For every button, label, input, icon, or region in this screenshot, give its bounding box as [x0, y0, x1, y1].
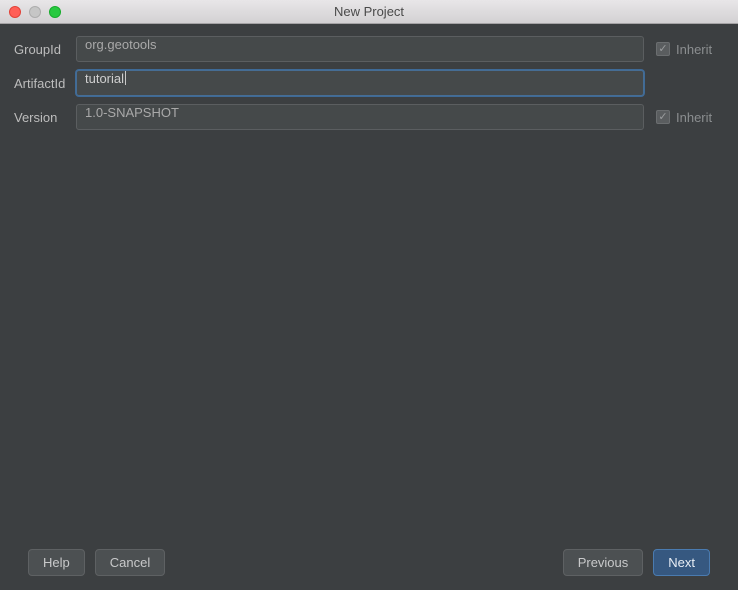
version-value: 1.0-SNAPSHOT	[85, 105, 179, 120]
checkbox-icon: ✓	[656, 42, 670, 56]
inherit-label: Inherit	[676, 42, 712, 57]
previous-button[interactable]: Previous	[563, 549, 644, 576]
artifactid-value: tutorial	[85, 71, 124, 86]
content-area: GroupId org.geotools ✓ Inherit ArtifactI…	[0, 24, 738, 590]
close-icon[interactable]	[9, 6, 21, 18]
cancel-button[interactable]: Cancel	[95, 549, 165, 576]
groupid-inherit[interactable]: ✓ Inherit	[644, 42, 724, 57]
help-button[interactable]: Help	[28, 549, 85, 576]
form: GroupId org.geotools ✓ Inherit ArtifactI…	[14, 36, 724, 130]
artifactid-label: ArtifactId	[14, 76, 76, 91]
spacer	[14, 130, 724, 534]
next-button[interactable]: Next	[653, 549, 710, 576]
footer-left: Help Cancel	[28, 549, 165, 576]
groupid-label: GroupId	[14, 42, 76, 57]
titlebar: New Project	[0, 0, 738, 24]
artifactid-input[interactable]: tutorial	[76, 70, 644, 96]
maximize-icon[interactable]	[49, 6, 61, 18]
window-title: New Project	[0, 4, 738, 19]
version-input[interactable]: 1.0-SNAPSHOT	[76, 104, 644, 130]
groupid-input[interactable]: org.geotools	[76, 36, 644, 62]
groupid-value: org.geotools	[85, 37, 157, 52]
inherit-label: Inherit	[676, 110, 712, 125]
checkbox-icon: ✓	[656, 110, 670, 124]
window-controls	[9, 6, 61, 18]
version-label: Version	[14, 110, 76, 125]
version-inherit[interactable]: ✓ Inherit	[644, 110, 724, 125]
text-caret	[125, 71, 126, 85]
footer-right: Previous Next	[563, 549, 710, 576]
minimize-icon[interactable]	[29, 6, 41, 18]
footer: Help Cancel Previous Next	[14, 534, 724, 590]
new-project-window: New Project GroupId org.geotools ✓ Inher…	[0, 0, 738, 590]
